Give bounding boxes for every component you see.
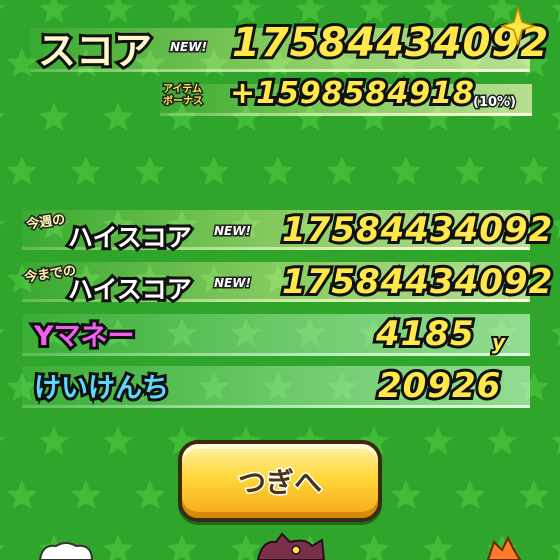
item-bonus-percent: (10%)	[472, 94, 518, 112]
item-bonus-label-line2: ボーナス	[162, 95, 205, 109]
alltime-high-value: 17584434092	[279, 259, 555, 305]
weekly-high-label: ハイスコア	[65, 220, 195, 255]
character-left-icon	[38, 542, 94, 560]
alltime-high-label: ハイスコア	[65, 272, 195, 307]
weekly-high-value: 17584434092	[279, 207, 555, 253]
exp-value: 20926	[375, 363, 503, 409]
sparkle-icon	[500, 6, 536, 46]
money-unit: y	[490, 328, 507, 356]
character-right-icon	[486, 536, 522, 560]
item-bonus-label-line1: アイテム	[162, 83, 204, 97]
result-screen: スコア NEW! 17584434092 アイテム ボーナス +15985849…	[0, 0, 560, 560]
money-value: 4185	[373, 311, 477, 357]
exp-label: けいけんち	[31, 370, 172, 407]
alltime-high-new-badge: NEW!	[213, 275, 253, 292]
item-bonus-label: アイテム ボーナス	[162, 83, 205, 109]
score-new-badge: NEW!	[169, 39, 209, 56]
item-bonus-value: +1598584918	[227, 73, 477, 114]
score-label: スコア	[35, 26, 155, 76]
money-label: Yマネー	[31, 318, 138, 355]
character-center-icon	[256, 532, 326, 560]
next-button[interactable]: つぎへ	[178, 440, 382, 522]
next-button-label: つぎへ	[236, 465, 323, 501]
weekly-high-new-badge: NEW!	[213, 223, 253, 240]
